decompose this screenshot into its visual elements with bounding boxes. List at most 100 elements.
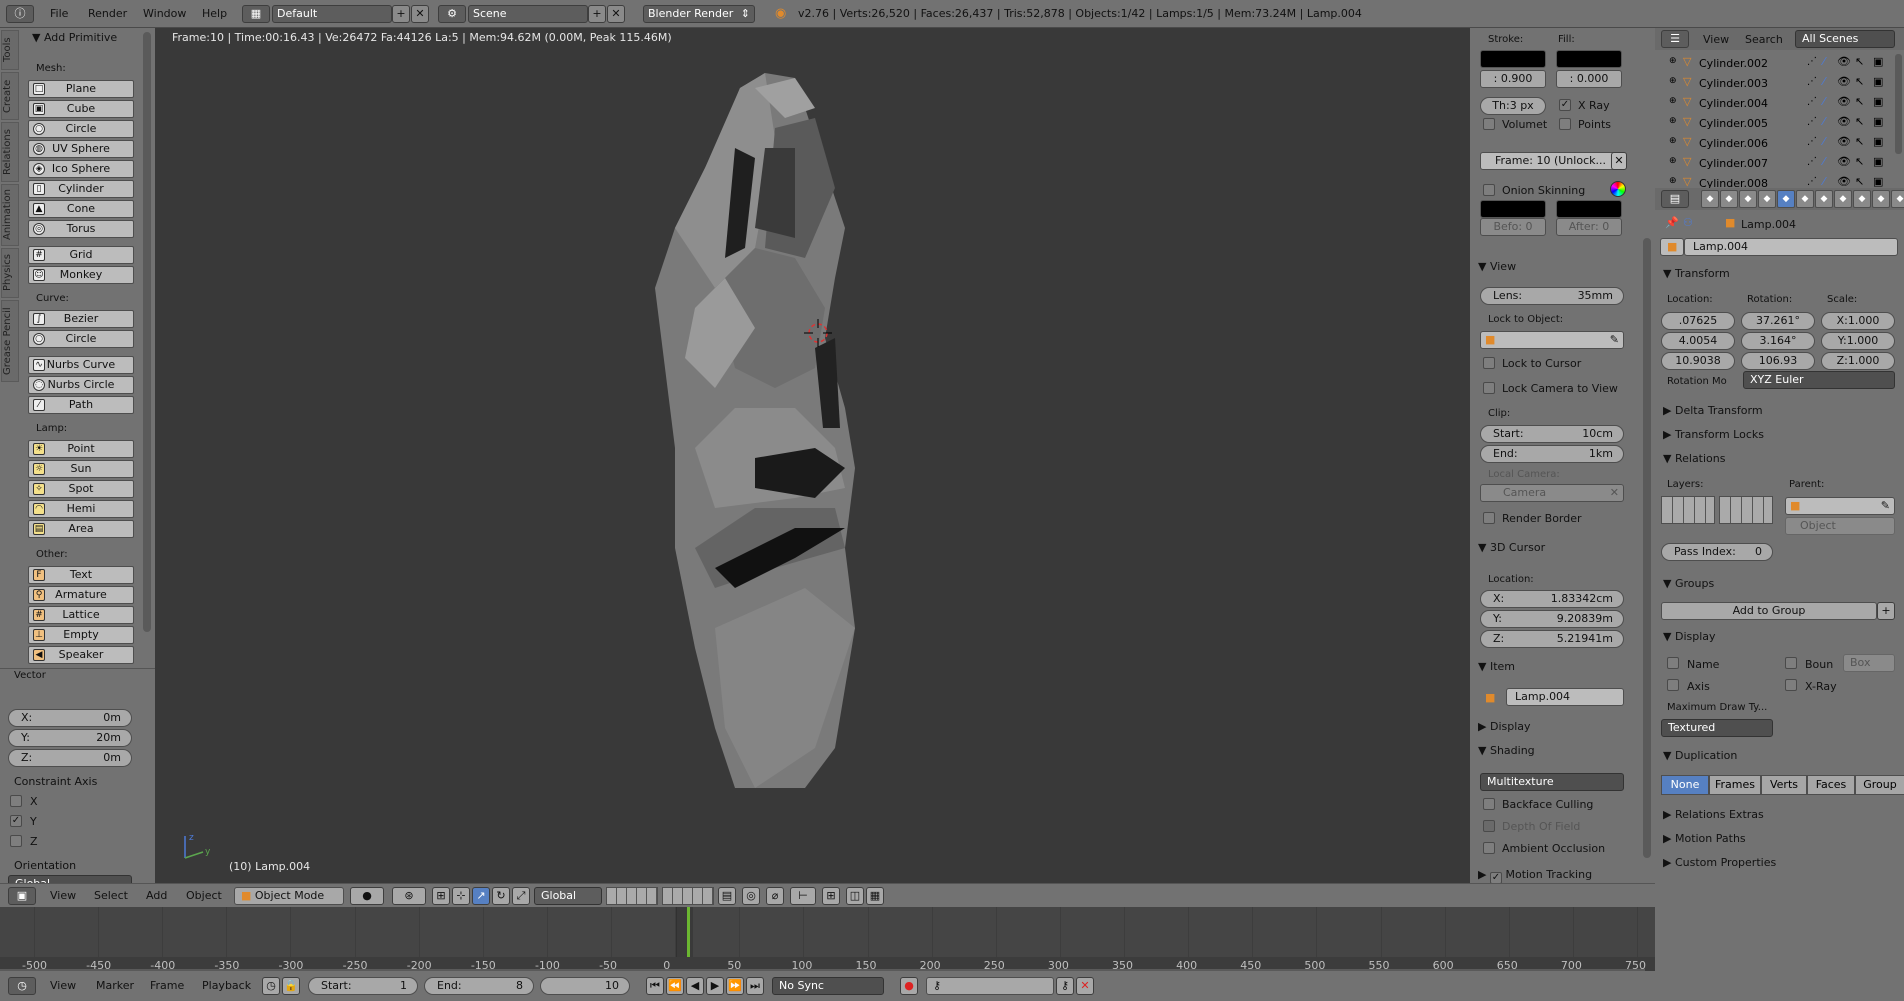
tool-shelf-scrollbar[interactable] — [143, 32, 151, 632]
visibility-eye-icon[interactable]: 👁 — [1837, 55, 1851, 68]
add-ico-sphere-button[interactable]: ◈ Ico Sphere — [28, 160, 134, 178]
timeline[interactable]: -500 -450 -400 -350 -300 -250 -200 -150 -100 -50 0… — [0, 907, 1655, 972]
tab-create[interactable]: Create — [1, 72, 19, 120]
play-reverse-icon[interactable]: ◀ — [686, 977, 704, 995]
outliner-row[interactable]: ⊕ ▽ Cylinder.002 ⋰ ⁄ 👁 ↖ ▣ — [1655, 54, 1895, 72]
scene-layers-1[interactable] — [606, 887, 658, 905]
rotation-field-y[interactable]: 3.164° — [1741, 332, 1815, 350]
motion-paths-header[interactable]: ▶ Motion Paths — [1663, 832, 1746, 845]
xray-checkbox[interactable]: ✓ — [1559, 99, 1571, 111]
jump-start-icon[interactable]: ⏮ — [646, 977, 664, 995]
context-tab-texture-icon[interactable]: ◆ — [1872, 190, 1890, 208]
restrict-select-icon[interactable]: ⋰ — [1807, 136, 1817, 147]
vector-y-field[interactable]: Y: 20m — [8, 729, 132, 747]
outliner-item-name[interactable]: Cylinder.008 — [1699, 177, 1768, 188]
timeline-frame-menu[interactable]: Frame — [150, 979, 184, 992]
add-circle-button[interactable]: ○ Circle — [28, 120, 134, 138]
display-header[interactable]: ▼ Display — [1663, 630, 1716, 643]
relations-header[interactable]: ▼ Relations — [1663, 452, 1725, 465]
duplication-tab-frames[interactable]: Frames — [1709, 775, 1761, 795]
onion-after-swatch[interactable] — [1556, 200, 1622, 218]
expand-icon[interactable]: ⊕ — [1669, 56, 1677, 66]
outliner-editor-icon[interactable]: ☰ — [1661, 30, 1689, 48]
restrict-select-icon[interactable]: ⋰ — [1807, 176, 1817, 187]
rotate-manipulator-icon[interactable]: ↻ — [492, 887, 510, 905]
vector-x-field[interactable]: X: 0m — [8, 709, 132, 727]
expand-icon[interactable]: ⊕ — [1669, 176, 1677, 186]
preview-range-icon[interactable]: ◷ — [262, 977, 280, 995]
lock-cursor-checkbox[interactable] — [1483, 357, 1495, 369]
menu-help[interactable]: Help — [202, 7, 227, 20]
layer-lock-icon[interactable]: ▤ — [718, 887, 736, 905]
view-menu[interactable]: View — [50, 889, 76, 902]
duplication-header[interactable]: ▼ Duplication — [1663, 749, 1737, 762]
thickness-field[interactable]: Th:3 px — [1480, 97, 1546, 115]
renderability-camera-icon[interactable]: ▣ — [1873, 75, 1883, 88]
restrict-select-icon[interactable]: ⋰ — [1807, 76, 1817, 87]
snap-element-icon[interactable]: ⊢ — [790, 887, 816, 905]
add-to-group-button[interactable]: Add to Group — [1661, 602, 1877, 620]
render-image-icon[interactable]: ◫ — [846, 887, 864, 905]
duplication-tab-none[interactable]: None — [1661, 775, 1709, 795]
expand-icon[interactable]: ⊕ — [1669, 136, 1677, 146]
selectability-cursor-icon[interactable]: ↖ — [1855, 175, 1864, 188]
add-area-lamp-button[interactable]: ▤ Area — [28, 520, 134, 538]
clip-end-field[interactable]: End: 1km — [1480, 445, 1624, 463]
object-datablock-icon[interactable]: ■ — [1660, 238, 1684, 256]
outliner-item-name[interactable]: Cylinder.006 — [1699, 137, 1768, 150]
add-bezier-button[interactable]: ∫ Bezier — [28, 310, 134, 328]
add-grid-button[interactable]: # Grid — [28, 246, 134, 264]
selectability-cursor-icon[interactable]: ↖ — [1855, 135, 1864, 148]
clear-camera-icon[interactable]: ✕ — [1610, 485, 1619, 501]
timeline-body[interactable] — [0, 907, 1655, 957]
outliner-row[interactable]: ⊕ ▽ Cylinder.004 ⋰ ⁄ 👁 ↖ ▣ — [1655, 94, 1895, 112]
max-draw-type-select[interactable]: Textured — [1661, 719, 1773, 737]
add-screen-icon[interactable]: + — [392, 5, 410, 23]
outliner-display-select[interactable]: All Scenes — [1795, 30, 1895, 48]
add-path-button[interactable]: ⁄ Path — [28, 396, 134, 414]
menu-file[interactable]: File — [50, 7, 68, 20]
visibility-eye-icon[interactable]: 👁 — [1837, 75, 1851, 88]
add-text-button[interactable]: F Text — [28, 566, 134, 584]
duplication-tab-group[interactable]: Group — [1855, 775, 1904, 795]
visibility-eye-icon[interactable]: 👁 — [1837, 175, 1851, 188]
context-tab-render-layers-icon[interactable]: ◆ — [1720, 190, 1738, 208]
restrict-select-icon[interactable]: ⋰ — [1807, 56, 1817, 67]
context-tab-particles-icon[interactable]: ◆ — [1891, 190, 1904, 208]
renderability-camera-icon[interactable]: ▣ — [1873, 55, 1883, 68]
onion-after-field[interactable]: After: 0 — [1556, 218, 1622, 236]
remove-screen-icon[interactable]: ✕ — [411, 5, 429, 23]
scale-manipulator-icon[interactable]: ⤢ — [512, 887, 530, 905]
play-icon[interactable]: ▶ — [706, 977, 724, 995]
timeline-editor-icon[interactable]: ◷ — [8, 977, 36, 995]
layers-grid-2[interactable] — [1719, 496, 1773, 524]
parent-field[interactable]: ■ ✎ — [1785, 497, 1895, 515]
rotation-field-z[interactable]: 106.93 — [1741, 352, 1815, 370]
outliner-item-name[interactable]: Cylinder.003 — [1699, 77, 1768, 90]
pass-index-field[interactable]: Pass Index: 0 — [1661, 543, 1773, 561]
item-panel-header[interactable]: ▼ Item — [1478, 660, 1515, 673]
object-menu[interactable]: Object — [186, 889, 222, 902]
volumetric-checkbox[interactable] — [1483, 118, 1495, 130]
lock-object-field[interactable]: ■ ✎ — [1480, 331, 1624, 349]
viewport-editor-icon[interactable]: ▣ — [8, 887, 36, 905]
3d-viewport[interactable]: Frame:10 | Time:00:16.43 | Ve:26472 Fa:4… — [155, 28, 1470, 883]
renderability-camera-icon[interactable]: ▣ — [1873, 135, 1883, 148]
jump-keyframe-forward-icon[interactable]: ⏩ — [726, 977, 744, 995]
context-tab-modifiers-icon[interactable]: ◆ — [1815, 190, 1833, 208]
add-sun-lamp-button[interactable]: ☼ Sun — [28, 460, 134, 478]
vector-z-field[interactable]: Z: 0m — [8, 749, 132, 767]
lock-range-icon[interactable]: 🔒 — [282, 977, 300, 995]
snap-target-icon[interactable]: ⊞ — [822, 887, 840, 905]
scene-icon[interactable]: ⚙ — [438, 5, 466, 23]
select-menu[interactable]: Select — [94, 889, 128, 902]
onion-before-swatch[interactable] — [1480, 200, 1546, 218]
menu-window[interactable]: Window — [143, 7, 186, 20]
cursor-y-field[interactable]: Y: 9.20839m — [1480, 610, 1624, 628]
record-icon[interactable]: ● — [900, 977, 918, 995]
timeline-view-menu[interactable]: View — [50, 979, 76, 992]
color-wheel-icon[interactable] — [1610, 181, 1626, 197]
restrict-select-icon[interactable]: ⋰ — [1807, 156, 1817, 167]
outliner-row[interactable]: ⊕ ▽ Cylinder.006 ⋰ ⁄ 👁 ↖ ▣ — [1655, 134, 1895, 152]
context-tab-constraints-icon[interactable]: ◆ — [1796, 190, 1814, 208]
